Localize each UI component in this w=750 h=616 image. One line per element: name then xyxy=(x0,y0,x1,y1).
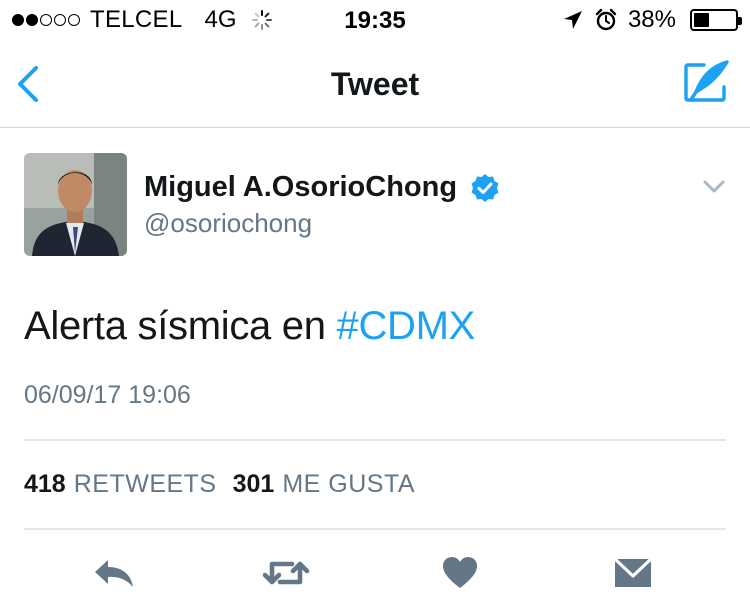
divider xyxy=(24,528,726,530)
divider xyxy=(24,439,726,441)
message-icon xyxy=(613,557,653,587)
author-handle[interactable]: @osoriochong xyxy=(144,208,312,239)
tweet-timestamp: 06/09/17 19:06 xyxy=(24,381,191,409)
navigation-bar: Tweet xyxy=(0,40,750,128)
compose-button[interactable] xyxy=(682,60,730,106)
reply-icon xyxy=(95,560,133,587)
message-button[interactable] xyxy=(612,553,654,593)
likes-count: 301 xyxy=(232,470,275,498)
likes-stat[interactable]: 301 ME GUSTA xyxy=(233,470,415,499)
action-bar xyxy=(0,545,750,605)
tweet-text: Alerta sísmica en #CDMX xyxy=(24,304,475,349)
status-bar: TELCEL 4G 19:35 38% xyxy=(0,0,750,40)
like-button[interactable] xyxy=(441,553,479,593)
retweet-button[interactable] xyxy=(262,553,310,593)
compose-icon xyxy=(684,60,729,102)
location-arrow-icon xyxy=(563,11,582,29)
author-name[interactable]: Miguel A.OsorioChong xyxy=(144,171,457,204)
tweet-text-body: Alerta sísmica en xyxy=(24,304,337,348)
reply-button[interactable] xyxy=(92,553,136,593)
retweet-icon xyxy=(262,561,310,585)
avatar[interactable] xyxy=(24,153,127,256)
profile-photo xyxy=(24,153,127,256)
page-title: Tweet xyxy=(330,66,420,102)
chevron-down-icon[interactable] xyxy=(702,178,726,196)
battery-percent: 38% xyxy=(627,6,676,33)
retweets-count: 418 xyxy=(24,470,66,498)
hashtag-link[interactable]: #CDMX xyxy=(337,304,476,348)
verified-badge-icon xyxy=(471,174,499,202)
battery-icon xyxy=(690,9,742,31)
battery-fill xyxy=(694,13,709,27)
tweet-stats: 418 RETWEETS 301 ME GUSTA xyxy=(24,470,431,499)
status-right: 38% xyxy=(562,6,742,33)
retweets-stat[interactable]: 418 RETWEETS xyxy=(24,470,217,499)
retweets-label: RETWEETS xyxy=(73,470,217,498)
alarm-clock-icon xyxy=(595,8,617,31)
heart-icon xyxy=(443,557,477,588)
likes-label: ME GUSTA xyxy=(282,470,416,498)
